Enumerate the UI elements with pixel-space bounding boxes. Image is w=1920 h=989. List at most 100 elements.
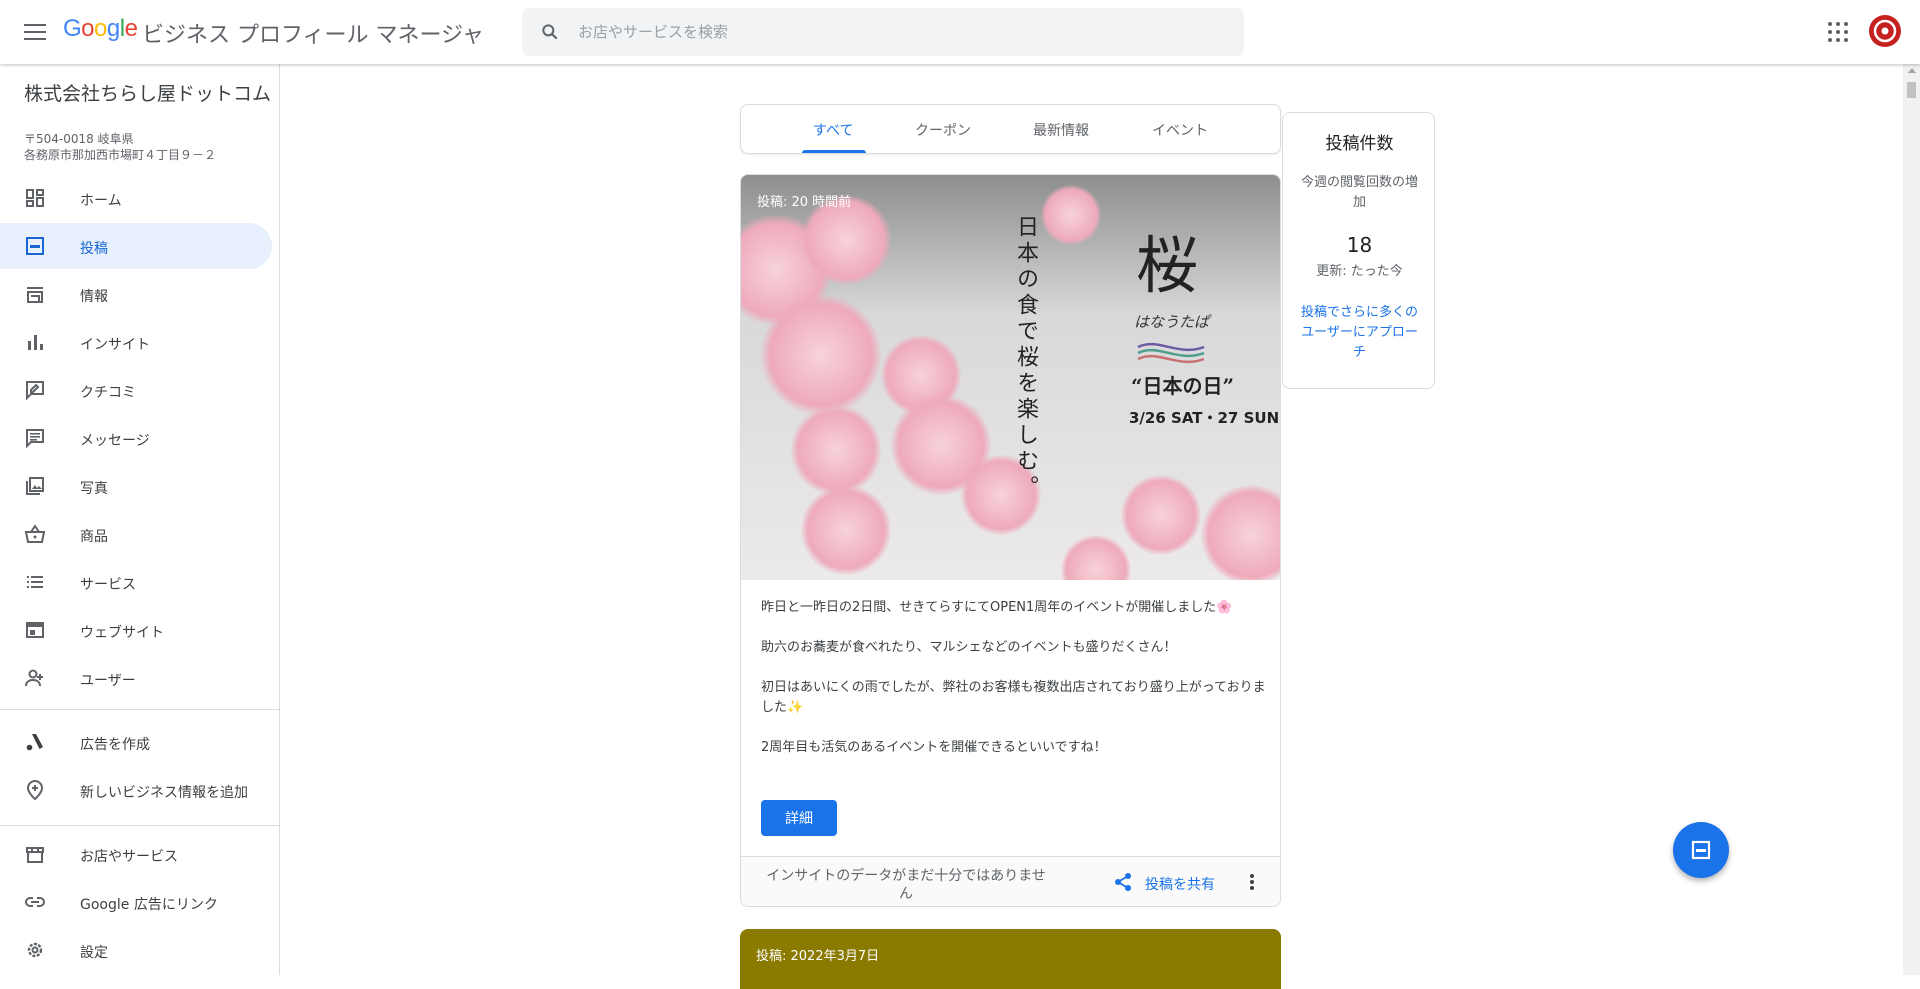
review-icon	[26, 381, 44, 400]
google-logo[interactable]: Google	[63, 15, 138, 43]
search-input[interactable]	[578, 8, 1218, 56]
post-body: 昨日と一昨日の2日間、せきてらすにてOPEN1周年のイベントが開催しました🌸 助…	[761, 598, 1266, 778]
sidebar-item-label: Google 広告にリンク	[80, 897, 218, 913]
post-timestamp: 投稿: 2022年3月7日	[756, 949, 880, 964]
post-type-tabs: すべて クーポン 最新情報 イベント	[740, 104, 1281, 154]
sidebar-item-create-ads[interactable]: 広告を作成	[0, 719, 272, 765]
sidebar-item-services[interactable]: サービス	[0, 559, 272, 605]
sidebar-item-users[interactable]: ユーザー	[0, 655, 272, 701]
sidebar-item-settings[interactable]: 設定	[0, 927, 272, 973]
ads-icon	[26, 734, 43, 751]
wave-lines-icon	[1137, 342, 1205, 364]
list-icon	[27, 576, 43, 588]
sakura-petal	[1121, 475, 1201, 555]
sidebar-item-info[interactable]: 情報	[0, 271, 272, 317]
sidebar-item-label: 新しいビジネス情報を追加	[80, 785, 248, 801]
post-paragraph: 昨日と一昨日の2日間、せきてらすにてOPEN1周年のイベントが開催しました🌸	[761, 600, 1233, 615]
search-bar[interactable]	[522, 8, 1244, 56]
apps-grid-icon[interactable]	[1828, 22, 1848, 42]
sidebar-item-posts[interactable]: 投稿	[0, 223, 272, 269]
sidebar-item-messages[interactable]: メッセージ	[0, 415, 272, 461]
poster-title: 桜	[1136, 229, 1199, 302]
sidebar-item-label: 投稿	[80, 241, 108, 257]
sakura-petal	[1061, 535, 1131, 580]
sidebar-item-photos[interactable]: 写真	[0, 463, 272, 509]
website-icon	[26, 622, 44, 638]
sidebar-item-label: 商品	[80, 529, 108, 545]
stats-updated: 更新: たった今	[1316, 264, 1403, 279]
sidebar-item-website[interactable]: ウェブサイト	[0, 607, 272, 653]
dashboard-icon	[26, 189, 44, 207]
sidebar: 株式会社ちらし屋ドットコム 〒504-0018 岐阜県 各務原市那加西市場町４丁…	[0, 64, 280, 975]
sidebar-item-reviews[interactable]: クチコミ	[0, 367, 272, 413]
tab-coupons[interactable]: クーポン	[915, 120, 971, 140]
sidebar-divider	[0, 709, 280, 710]
insight-note: インサイトのデータがまだ十分ではありません	[766, 868, 1046, 902]
bar-chart-icon	[28, 335, 43, 350]
sidebar-item-stores[interactable]: お店やサービス	[0, 831, 272, 877]
sidebar-item-label: メッセージ	[80, 433, 150, 449]
poster-subtitle: はなうたぱ	[1134, 313, 1210, 331]
post-card: 投稿: 20 時間前 日本の食で桜を楽しむ。 桜 はなうたぱ “日本の日” 3/…	[740, 174, 1281, 907]
scrollbar-thumb[interactable]	[1907, 82, 1916, 98]
page-scrollbar[interactable]	[1903, 64, 1920, 975]
active-tab-indicator	[802, 150, 866, 153]
sidebar-divider	[0, 825, 280, 826]
sidebar-item-label: クチコミ	[80, 385, 136, 401]
storefront-icon	[27, 287, 43, 303]
sidebar-item-label: 写真	[80, 481, 108, 497]
basket-icon	[25, 524, 45, 543]
scroll-up-arrow-icon[interactable]	[1908, 68, 1916, 73]
tab-events[interactable]: イベント	[1152, 120, 1208, 140]
posts-icon	[1691, 840, 1711, 860]
sidebar-item-label: ホーム	[80, 193, 122, 209]
stats-value: 18	[1346, 233, 1373, 257]
business-postal: 〒504-0018 岐阜県	[24, 132, 134, 146]
tab-updates[interactable]: 最新情報	[1033, 120, 1089, 140]
post-paragraph: 助六のお蕎麦が食べれたり、マルシェなどのイベントも盛りだくさん！	[761, 640, 1177, 655]
business-name: 株式会社ちらし屋ドットコム	[24, 83, 272, 105]
stats-reach-link[interactable]: 投稿でさらに多くのユーザーにアプローチ	[1299, 303, 1420, 363]
sakura-petal	[801, 485, 891, 575]
top-app-bar: Google ビジネス プロフィール マネージャ	[0, 0, 1920, 64]
detail-button[interactable]: 詳細	[761, 800, 837, 836]
post-footer: インサイトのデータがまだ十分ではありません 投稿を共有	[741, 856, 1280, 906]
create-post-fab[interactable]	[1673, 822, 1729, 878]
hamburger-menu-icon[interactable]	[22, 19, 48, 45]
add-user-icon	[25, 669, 43, 687]
posts-icon	[26, 237, 44, 255]
sakura-petal	[1201, 485, 1280, 580]
poster-dates: 3/26 SAT・27 SUN	[1129, 409, 1280, 427]
account-avatar[interactable]	[1869, 15, 1901, 47]
more-vert-icon[interactable]	[1249, 873, 1255, 891]
post-card-2[interactable]: 投稿: 2022年3月7日	[740, 929, 1281, 989]
post-paragraph: 2周年目も活気のあるイベントを開催できるといいですね！	[761, 740, 1107, 755]
post-timestamp: 投稿: 20 時間前	[757, 195, 852, 210]
app-name: ビジネス プロフィール マネージャ	[142, 23, 485, 48]
sidebar-item-products[interactable]: 商品	[0, 511, 272, 557]
search-icon	[542, 24, 558, 40]
sidebar-item-label: インサイト	[80, 337, 150, 353]
sakura-petal	[1041, 185, 1101, 245]
sidebar-item-link-ads[interactable]: Google 広告にリンク	[0, 879, 272, 925]
poster-event-name: “日本の日”	[1131, 374, 1235, 398]
sidebar-item-insights[interactable]: インサイト	[0, 319, 272, 365]
sidebar-item-label: ウェブサイト	[80, 625, 164, 641]
sakura-petal	[761, 295, 881, 415]
poster-vertical-text: 日本の食で桜を楽しむ。	[1013, 215, 1038, 501]
stats-description: 今週の閲覧回数の増加	[1300, 175, 1418, 210]
post-paragraph: 初日はあいにくの雨でしたが、弊社のお客様も複数出店されており盛り上がっておりまし…	[761, 680, 1266, 715]
sidebar-item-home[interactable]: ホーム	[0, 175, 272, 221]
post-stats-card: 投稿件数 今週の閲覧回数の増加 18 更新: たった今 投稿でさらに多くのユーザ…	[1282, 112, 1435, 389]
business-street: 各務原市那加西市場町４丁目９－２	[24, 148, 217, 162]
link-icon	[25, 897, 45, 907]
stats-title: 投稿件数	[1325, 134, 1394, 154]
tab-all[interactable]: すべて	[813, 120, 853, 140]
sidebar-item-label: お店やサービス	[80, 849, 178, 865]
post-image[interactable]: 投稿: 20 時間前 日本の食で桜を楽しむ。 桜 はなうたぱ “日本の日” 3/…	[741, 175, 1280, 580]
sidebar-item-add-business[interactable]: 新しいビジネス情報を追加	[0, 767, 272, 813]
photo-icon	[26, 477, 44, 495]
share-label: 投稿を共有	[1145, 877, 1215, 893]
sidebar-item-label: 情報	[80, 289, 108, 305]
message-icon	[26, 429, 44, 448]
